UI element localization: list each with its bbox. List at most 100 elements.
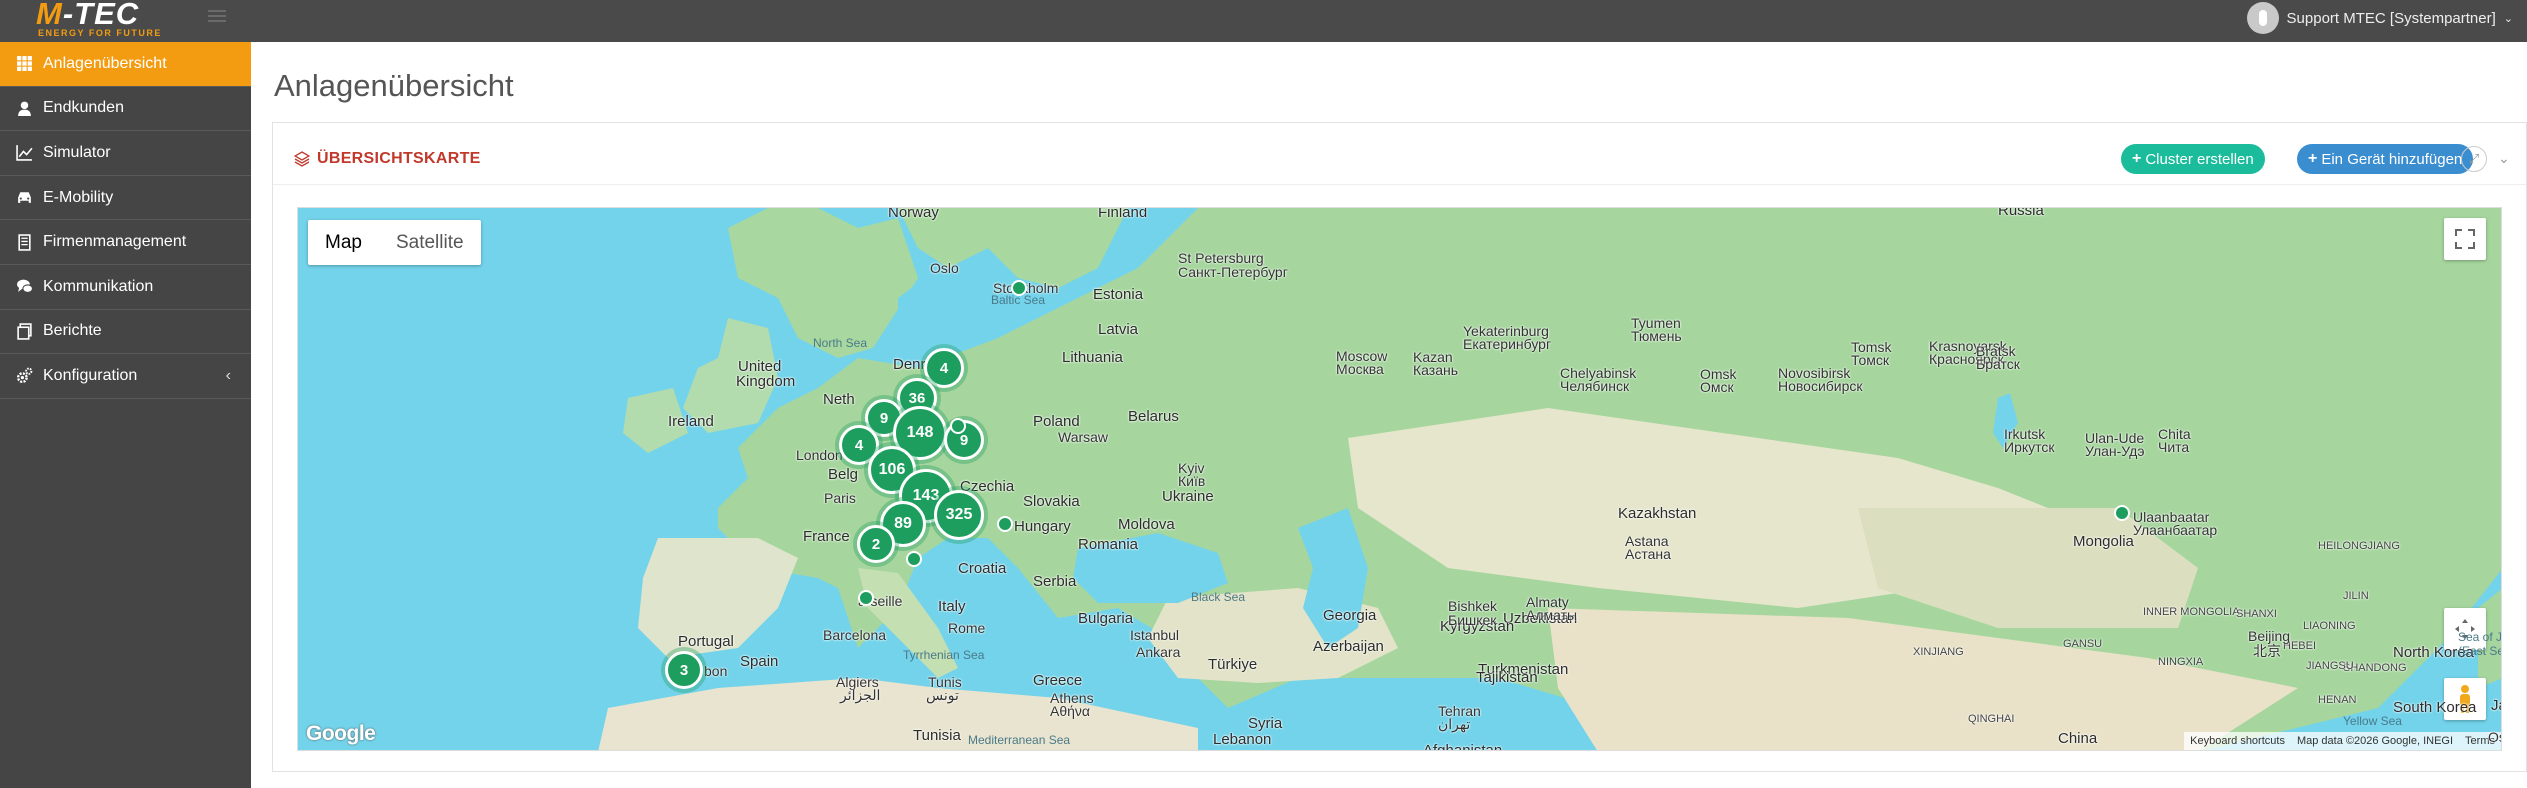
add-device-label: Ein Gerät hinzufügen (2321, 150, 2463, 168)
map-label: North Sea (813, 336, 868, 350)
page-title: Anlagenübersicht (274, 68, 514, 103)
map-device-marker[interactable] (906, 551, 922, 567)
card-title-text: ÜBERSICHTSKARTE (317, 150, 481, 167)
plus-icon: + (2132, 150, 2142, 167)
map-label: XINJIANG (1913, 646, 1964, 658)
map-label: Osak (2488, 729, 2501, 745)
google-logo[interactable]: Google (306, 722, 376, 746)
map-label: Spain (740, 653, 779, 670)
map-label: SHANXI (2236, 608, 2277, 620)
map-label: Rome (948, 620, 986, 636)
layers-icon (294, 151, 310, 167)
map-cluster-marker[interactable]: 325 (934, 490, 984, 540)
map-label: الجزائر (840, 687, 881, 703)
map-label: Finland (1098, 207, 1148, 221)
map-label: Бишкек (1448, 612, 1497, 628)
map-label: Belg (828, 466, 859, 483)
grid-icon (13, 55, 35, 73)
map-label: Новосибирск (1778, 378, 1863, 394)
expand-icon[interactable]: ⤢ (2461, 146, 2487, 172)
card-header: ÜBERSICHTSKARTE + Cluster erstellen + Ein … (273, 123, 2526, 185)
map-device-marker[interactable] (950, 418, 966, 434)
sidebar-item-kommunikation[interactable]: Kommunikation (0, 265, 251, 310)
map-cluster-marker[interactable]: 2 (857, 525, 895, 563)
add-device-button[interactable]: + Ein Gerät hinzufügen (2297, 144, 2474, 174)
map-label: Bulgaria (1078, 610, 1134, 627)
sidebar-item-konfiguration[interactable]: Konfiguration ‹ (0, 354, 251, 399)
map-label: Portugal (678, 633, 734, 650)
map-device-marker[interactable] (997, 516, 1013, 532)
menu-toggle-icon[interactable] (208, 10, 226, 24)
map-label: JILIN (2343, 590, 2369, 602)
sidebar: Anlagenübersicht Endkunden Simulator E-M… (0, 42, 251, 788)
map-label: LIAONING (2303, 620, 2356, 632)
map-label: JIANGSU (2306, 660, 2354, 672)
map-label: Казань (1413, 362, 1459, 378)
map-label: Ja (2491, 697, 2501, 714)
user-name: Support MTEC [Systempartner] (2286, 9, 2496, 27)
map-cluster-marker[interactable]: 3 (665, 651, 703, 689)
map-label: Romania (1078, 536, 1139, 553)
map-label: South Korea (2393, 699, 2477, 716)
map-label: London (796, 447, 843, 463)
chevron-down-icon[interactable]: ⌄ (2498, 150, 2510, 167)
sidebar-item-label: Anlagenübersicht (43, 54, 167, 72)
map-label: HEILONGJIANG (2318, 540, 2400, 552)
map-label: Челябинск (1560, 378, 1630, 394)
sidebar-item-endkunden[interactable]: Endkunden (0, 87, 251, 132)
map-label: Чита (2158, 439, 2190, 455)
map-label: Москва (1336, 361, 1384, 377)
map-label: تونس (926, 687, 959, 703)
map-label: Azerbaijan (1313, 638, 1384, 655)
map-label: Belarus (1128, 408, 1179, 425)
map-device-marker[interactable] (2114, 505, 2130, 521)
map-label: Mongolia (2073, 533, 2134, 550)
map-label: Hungary (1014, 518, 1071, 535)
map-label: HENAN (2318, 694, 2357, 706)
map-device-marker[interactable] (858, 590, 874, 606)
map-label: Syria (1248, 715, 1283, 732)
keyboard-shortcuts-link[interactable]: Keyboard shortcuts (2190, 735, 2285, 747)
map-label: Kazakhstan (1618, 505, 1697, 522)
create-cluster-button[interactable]: + Cluster erstellen (2121, 144, 2265, 174)
map-type-map[interactable]: Map (308, 220, 379, 265)
map-label: Afghanistan (1423, 742, 1503, 751)
fullscreen-icon[interactable] (2444, 218, 2486, 260)
sidebar-item-e-mobility[interactable]: E-Mobility (0, 176, 251, 221)
report-icon (13, 322, 35, 340)
map-label: Denr (893, 356, 926, 373)
sidebar-item-anlagenuebersicht[interactable]: Anlagenübersicht (0, 42, 251, 87)
map-label: China (2058, 730, 2098, 747)
sidebar-item-label: Endkunden (43, 99, 124, 117)
user-menu[interactable]: Support MTEC [Systempartner] ⌄ (2246, 0, 2513, 36)
map-label: Barcelona (823, 627, 887, 643)
line-chart-icon (13, 144, 35, 162)
sidebar-item-firmenmanagement[interactable]: Firmenmanagement (0, 220, 251, 265)
map-label: Алматы (1526, 607, 1578, 623)
map-label: Астана (1625, 546, 1671, 562)
map-type-satellite[interactable]: Satellite (379, 220, 481, 265)
chevron-down-icon: ⌄ (2503, 12, 2513, 25)
map-device-marker[interactable] (1011, 280, 1027, 296)
map-label: Black Sea (1191, 590, 1246, 604)
map-label: Kingdom (736, 373, 796, 390)
map-label: Istanbul (1130, 627, 1180, 643)
google-map[interactable]: Map Satellite Google Keyboard shortcuts … (297, 207, 2502, 751)
sidebar-item-simulator[interactable]: Simulator (0, 131, 251, 176)
map-label: Mediterranean Sea (968, 733, 1071, 747)
map-attribution: Keyboard shortcuts Map data ©2026 Google… (2184, 732, 2501, 750)
sidebar-item-label: Berichte (43, 322, 102, 340)
brand-logo[interactable]: M-TEC ENERGY FOR FUTURE (30, 0, 180, 42)
map-label: Croatia (958, 560, 1007, 577)
map-label: Санкт-Петербург (1178, 264, 1288, 280)
map-land (598, 208, 2501, 750)
brand-tagline: ENERGY FOR FUTURE (38, 28, 162, 38)
sidebar-item-label: Firmenmanagement (43, 233, 187, 251)
map-label: تهران (1438, 716, 1471, 732)
map-label: Estonia (1093, 286, 1144, 303)
map-label: Yellow Sea (2343, 714, 2402, 728)
sidebar-item-berichte[interactable]: Berichte (0, 310, 251, 355)
map-label: Serbia (1033, 573, 1077, 590)
map-label: QINGHAI (1968, 713, 2015, 725)
map-label: Ukraine (1162, 488, 1214, 505)
